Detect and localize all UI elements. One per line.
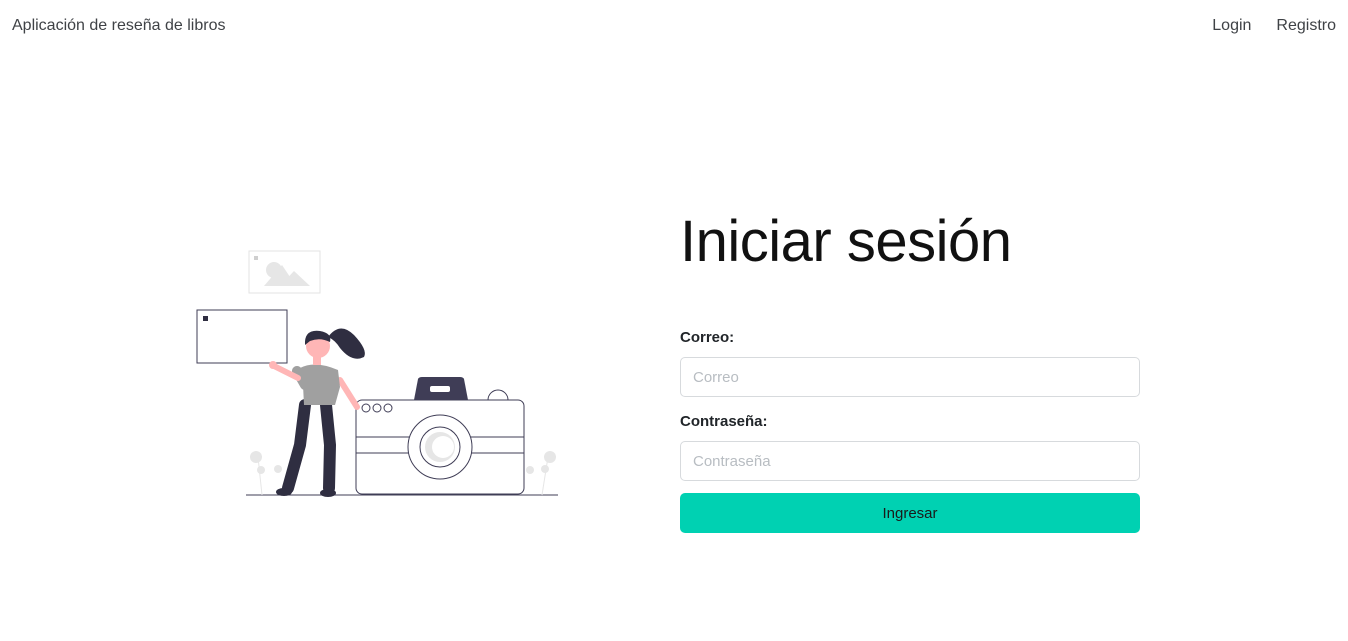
- photographer-illustration: [190, 245, 565, 500]
- page-title: Iniciar sesión: [680, 209, 1012, 274]
- navbar: Aplicación de reseña de libros Login Reg…: [0, 0, 1348, 56]
- camera-icon: [355, 377, 525, 495]
- image-card-icon: [248, 250, 321, 294]
- login-form: Iniciar sesión Correo: Contraseña: Ingre…: [680, 209, 1140, 533]
- submit-button[interactable]: Ingresar: [680, 493, 1140, 533]
- email-label: Correo:: [680, 329, 735, 346]
- password-label: Contraseña:: [680, 413, 768, 430]
- brand-link[interactable]: Aplicación de reseña de libros: [12, 17, 225, 35]
- nav-login-link[interactable]: Login: [1212, 17, 1251, 35]
- email-field[interactable]: [680, 357, 1140, 397]
- photo-card-icon: [196, 309, 288, 364]
- password-field[interactable]: [680, 441, 1140, 481]
- nav-links: Login Registro: [1212, 17, 1336, 35]
- nav-register-link[interactable]: Registro: [1276, 17, 1336, 35]
